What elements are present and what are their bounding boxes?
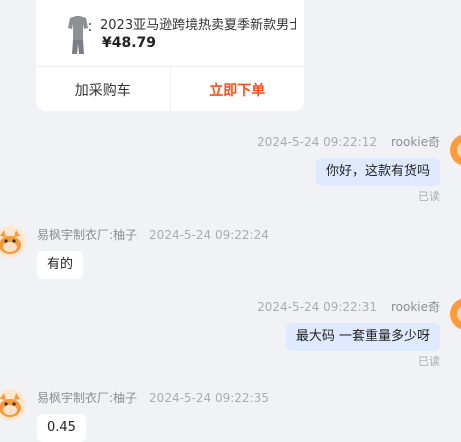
sender-name: rookie奇 <box>390 135 440 149</box>
read-status: 已读 <box>418 355 440 368</box>
read-status: 已读 <box>418 190 440 203</box>
add-to-cart-button[interactable]: 加采购车 <box>36 67 171 111</box>
sender-name: 易枫宇制衣厂:柚子 <box>37 391 138 405</box>
sender-name: rookie奇 <box>390 300 440 314</box>
product-actions: 加采购车 立即下单 <box>36 66 304 111</box>
product-thumbnail[interactable] <box>52 10 104 62</box>
message-meta: 2024-5-24 09:22:12 rookie奇 <box>257 133 440 150</box>
product-title[interactable]: 2023亚马逊跨境热卖夏季新款男士 <box>100 14 296 33</box>
message-time: 2024-5-24 09:22:12 <box>257 135 377 149</box>
message-meta: 2024-5-24 09:22:31 rookie奇 <box>257 298 440 315</box>
message-bubble-outgoing: 最大码 一套重量多少呀 <box>285 323 440 351</box>
user-avatar[interactable] <box>450 298 461 330</box>
buy-now-button[interactable]: 立即下单 <box>171 67 305 111</box>
sender-name: 易枫宇制衣厂:柚子 <box>37 228 138 242</box>
user-avatar[interactable] <box>450 134 461 166</box>
message-bubble-outgoing: 你好，这款有货吗 <box>315 158 440 186</box>
message-bubble-incoming: 0.45 <box>37 414 86 442</box>
message-meta: 易枫宇制衣厂:柚子 2024-5-24 09:22:35 <box>37 389 269 406</box>
message-time: 2024-5-24 09:22:24 <box>149 228 269 242</box>
product-card[interactable]: 2023亚马逊跨境热卖夏季新款男士 ¥48.79 加采购车 立即下单 <box>36 0 304 111</box>
message-meta: 易枫宇制衣厂:柚子 2024-5-24 09:22:24 <box>37 226 269 243</box>
product-price: ¥48.79 <box>102 35 157 51</box>
message-time: 2024-5-24 09:22:31 <box>257 300 377 314</box>
message-bubble-incoming: 有的 <box>37 251 84 279</box>
seller-avatar[interactable] <box>0 389 26 421</box>
seller-avatar[interactable] <box>0 226 26 258</box>
message-time: 2024-5-24 09:22:35 <box>149 391 269 405</box>
